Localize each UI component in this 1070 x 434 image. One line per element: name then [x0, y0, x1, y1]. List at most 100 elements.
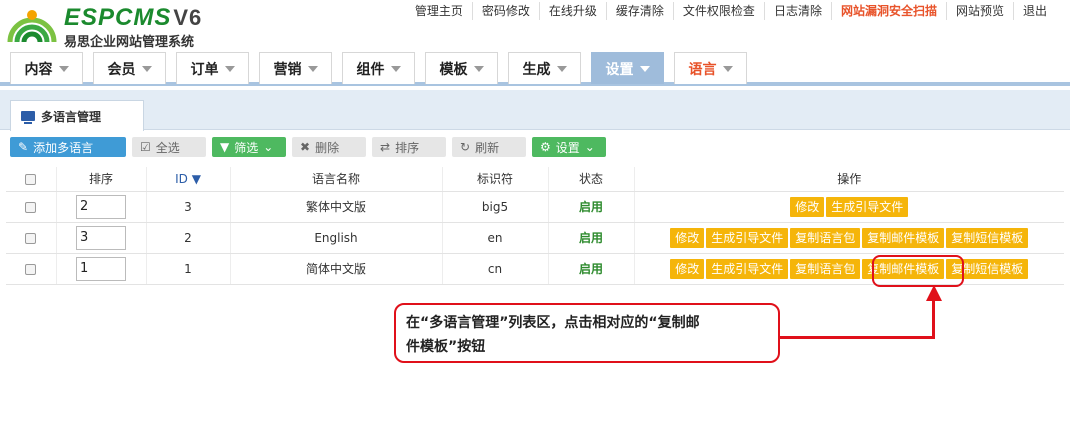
column-sort[interactable]: 排序 [56, 167, 147, 192]
chevron-down-icon [58, 65, 69, 72]
chevron-down-icon: ⌄ [584, 140, 595, 154]
chevron-down-icon [556, 65, 567, 72]
logo-brand: ESPCMSV6 [64, 4, 203, 31]
sort-input[interactable]: 3 [76, 225, 126, 250]
column-id[interactable]: ID ▼ [146, 167, 231, 192]
menu-templates[interactable]: 模板 [425, 52, 498, 84]
edit-button[interactable]: 修改 [670, 258, 705, 279]
header: ESPCMSV6 易思企业网站管理系统 管理主页 密码修改 在线升级 缓存清除 … [0, 0, 1070, 90]
topnav-permission-check[interactable]: 文件权限检查 [672, 2, 764, 20]
delete-button[interactable]: ✖ 删除 [292, 137, 366, 157]
tab-label: 多语言管理 [41, 109, 102, 124]
row-code: en [442, 222, 549, 254]
column-name: 语言名称 [230, 167, 443, 192]
button-label: 添加多语言 [33, 140, 94, 155]
row-checkbox[interactable] [25, 201, 37, 213]
button-label: 全选 [155, 140, 180, 155]
logo-subtitle: 易思企业网站管理系统 [64, 35, 195, 50]
chevron-down-icon [224, 65, 235, 72]
status-badge: 启用 [548, 222, 635, 254]
edit-button[interactable]: 修改 [790, 196, 825, 217]
tab-multilanguage[interactable]: 多语言管理 [10, 100, 144, 131]
row-sort-cell: 1 [56, 253, 147, 285]
topnav-home[interactable]: 管理主页 [406, 2, 472, 20]
copy-language-pack-button[interactable]: 复制语言包 [790, 227, 861, 248]
menu-label: 设置 [605, 61, 634, 78]
button-label: 筛选 [234, 140, 259, 155]
menu-marketing[interactable]: 营销 [259, 52, 332, 84]
menu-settings[interactable]: 设置 [591, 52, 664, 84]
refresh-icon: ↻ [460, 140, 471, 154]
status-badge: 启用 [548, 253, 635, 285]
topnav-preview[interactable]: 网站预览 [945, 2, 1013, 20]
table-header-row: 排序 ID ▼ 语言名称 标识符 状态 操作 [6, 167, 1064, 192]
menu-label: 语言 [688, 61, 717, 78]
row-id: 3 [146, 191, 231, 223]
sort-input[interactable]: 2 [76, 194, 126, 219]
instruction-callout: 在“多语言管理”列表区，点击相对应的“复制邮 件模板”按钮 [394, 303, 780, 363]
column-status: 状态 [548, 167, 635, 192]
row-select-cell [6, 222, 57, 254]
column-id-label: ID [175, 171, 188, 186]
generate-boot-file-button[interactable]: 生成引导文件 [826, 196, 909, 217]
generate-boot-file-button[interactable]: 生成引导文件 [706, 227, 789, 248]
chevron-down-icon [722, 65, 733, 72]
settings-button[interactable]: ⚙ 设置 ⌄ [532, 137, 606, 157]
select-all-checkbox[interactable] [25, 173, 37, 185]
column-code: 标识符 [442, 167, 549, 192]
copy-sms-template-button[interactable]: 复制短信模板 [946, 227, 1029, 248]
select-column [6, 167, 57, 192]
sort-button[interactable]: ⇄ 排序 [372, 137, 446, 157]
chevron-down-icon [307, 65, 318, 72]
row-checkbox[interactable] [25, 263, 37, 275]
top-navigation: 管理主页 密码修改 在线升级 缓存清除 文件权限检查 日志清除 网站漏洞安全扫描… [406, 0, 1056, 22]
arrow-up-icon [926, 285, 942, 301]
row-name: 简体中文版 [230, 253, 443, 285]
monitor-icon [21, 111, 35, 124]
menu-label: 营销 [273, 61, 302, 78]
copy-mail-template-button[interactable]: 复制邮件模板 [862, 227, 945, 248]
chevron-down-icon [390, 65, 401, 72]
select-all-button[interactable]: ☑ 全选 [132, 137, 206, 157]
menu-language[interactable]: 语言 [674, 52, 747, 84]
button-label: 设置 [555, 140, 580, 155]
topnav-security-scan[interactable]: 网站漏洞安全扫描 [830, 2, 946, 20]
filter-button[interactable]: ▼ 筛选 ⌄ [212, 137, 286, 157]
menu-label: 模板 [439, 61, 468, 78]
menu-label: 生成 [522, 61, 551, 78]
table-row: 3 2 English en 启用 修改 生成引导文件 复制语言包 复制邮件模板 复制短… [6, 222, 1064, 254]
add-language-button[interactable]: ✎ 添加多语言 [10, 137, 126, 157]
logo[interactable]: ESPCMSV6 易思企业网站管理系统 [6, 2, 236, 50]
sort-input[interactable]: 1 [76, 256, 126, 281]
menu-content[interactable]: 内容 [10, 52, 83, 84]
generate-boot-file-button[interactable]: 生成引导文件 [706, 258, 789, 279]
refresh-button[interactable]: ↻ 刷新 [452, 137, 526, 157]
button-label: 排序 [395, 140, 420, 155]
row-checkbox[interactable] [25, 232, 37, 244]
menu-components[interactable]: 组件 [342, 52, 415, 84]
topnav-logout[interactable]: 退出 [1012, 2, 1056, 20]
topnav-clear-cache[interactable]: 缓存清除 [605, 2, 673, 20]
row-id: 1 [146, 253, 231, 285]
topnav-password[interactable]: 密码修改 [471, 2, 539, 20]
row-name: 繁体中文版 [230, 191, 443, 223]
copy-language-pack-button[interactable]: 复制语言包 [790, 258, 861, 279]
row-actions: 修改 生成引导文件 [634, 191, 1064, 223]
menu-generate[interactable]: 生成 [508, 52, 581, 84]
arrow-line-horizontal [780, 336, 935, 339]
row-name: English [230, 222, 443, 254]
close-icon: ✖ [300, 140, 311, 154]
row-sort-cell: 3 [56, 222, 147, 254]
table-row: 2 3 繁体中文版 big5 启用 修改 生成引导文件 [6, 191, 1064, 223]
row-code: big5 [442, 191, 549, 223]
row-actions: 修改 生成引导文件 复制语言包 复制邮件模板 复制短信模板 [634, 253, 1064, 285]
row-select-cell [6, 253, 57, 285]
callout-line-1: 在“多语言管理”列表区，点击相对应的“复制邮 [406, 315, 700, 331]
topnav-clear-log[interactable]: 日志清除 [763, 2, 831, 20]
edit-button[interactable]: 修改 [670, 227, 705, 248]
menu-order[interactable]: 订单 [176, 52, 249, 84]
menu-member[interactable]: 会员 [93, 52, 166, 84]
column-actions: 操作 [634, 167, 1064, 192]
chevron-down-icon [639, 65, 650, 72]
topnav-upgrade[interactable]: 在线升级 [538, 2, 606, 20]
